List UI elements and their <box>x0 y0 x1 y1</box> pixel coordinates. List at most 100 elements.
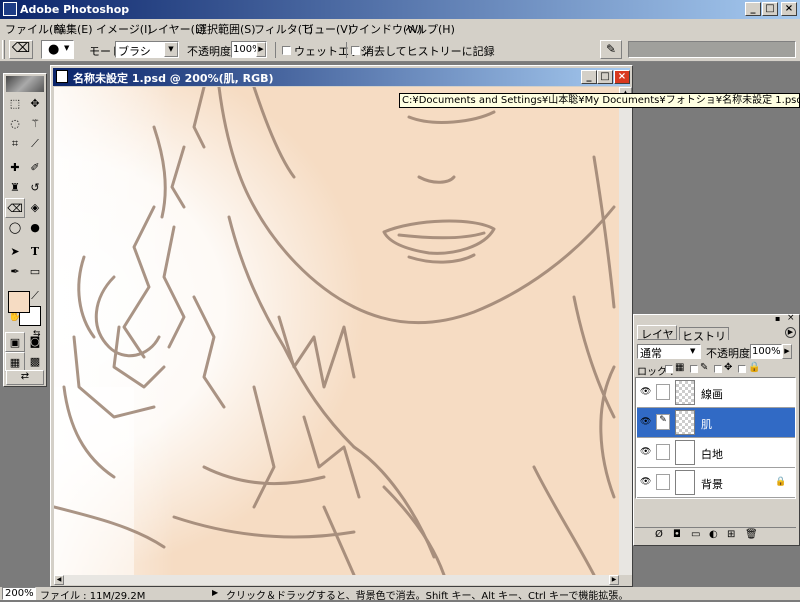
adjustment-layer-icon[interactable]: ◐ <box>709 529 718 540</box>
document-title-bar: 名称未設定 1.psd @ 200%(肌, RGB) _ □ × <box>53 68 630 86</box>
new-set-icon[interactable]: ▭ <box>691 529 700 540</box>
lock-all-checkbox[interactable] <box>738 365 746 373</box>
horizontal-scrollbar[interactable]: ◀ ▶ <box>54 575 619 585</box>
close-button[interactable]: × <box>781 2 797 16</box>
brush-picker[interactable]: ● ▼ <box>41 40 74 59</box>
status-menu-arrow-icon[interactable]: ▶ <box>212 588 218 597</box>
erase-to-history-checkbox[interactable] <box>351 46 360 55</box>
panel-menu-icon[interactable]: ▶ <box>785 327 796 338</box>
layer-opacity-field[interactable]: 100% <box>750 344 782 359</box>
crop-tool-icon[interactable]: ⌗ <box>5 134 25 154</box>
layer-name[interactable]: 白地 <box>701 446 723 462</box>
wet-edges-checkbox[interactable] <box>282 46 291 55</box>
move-tool-icon[interactable]: ✥ <box>25 94 45 114</box>
layer-mask-icon[interactable]: ◘ <box>673 529 681 540</box>
link-slot[interactable] <box>656 444 670 460</box>
adobe-online-logo[interactable] <box>6 76 44 92</box>
lock-pixels-brush-icon: ✎ <box>700 362 709 373</box>
eraser-tool-preset-icon[interactable]: ⌫ <box>9 40 33 59</box>
rectangle-tool-icon[interactable]: ▭ <box>25 262 45 282</box>
link-slot[interactable] <box>656 474 670 490</box>
tab-layers[interactable]: レイヤー <box>637 325 677 357</box>
layer-name[interactable]: 背景 <box>701 476 723 492</box>
eye-icon[interactable]: 👁 <box>640 387 651 397</box>
slice-tool-icon[interactable]: ⟋ <box>25 134 45 154</box>
menu-image[interactable]: イメージ(I) <box>96 21 152 37</box>
layer-style-icon[interactable]: Ø <box>655 529 663 540</box>
layer-name[interactable]: 肌 <box>701 416 712 432</box>
layer-thumbnail <box>675 470 695 495</box>
photoshop-app-icon <box>3 2 17 16</box>
vertical-scrollbar[interactable]: ▲ <box>619 87 632 575</box>
panel-close-icon[interactable]: × <box>787 313 795 323</box>
quick-mask-mode-icon[interactable]: ◙ <box>25 332 45 352</box>
scroll-left-icon[interactable]: ◀ <box>54 575 64 585</box>
jump-to-imageready-icon[interactable]: ⇄ <box>6 370 44 385</box>
document-window: 名称未設定 1.psd @ 200%(肌, RGB) _ □ × ◀ ▶ <box>50 65 633 587</box>
standard-mode-icon[interactable]: ▣ <box>5 332 25 352</box>
zoom-field[interactable]: 200% <box>2 587 36 600</box>
maximize-button[interactable]: □ <box>762 2 778 16</box>
lasso-tool-icon[interactable]: ◌ <box>5 114 25 134</box>
standard-screen-mode-icon[interactable]: ▦ <box>5 352 25 372</box>
healing-brush-tool-icon[interactable]: ✚ <box>5 158 25 178</box>
foreground-color-swatch[interactable] <box>8 291 30 313</box>
doc-maximize-button[interactable]: □ <box>597 70 613 84</box>
brush-tool-icon[interactable]: ✐ <box>25 158 45 178</box>
layer-opacity-arrow-icon[interactable]: ▶ <box>782 344 792 359</box>
image-canvas[interactable] <box>54 87 619 575</box>
menu-bar: ファイル(F) 編集(E) イメージ(I) レイヤー(L) 選択範囲(S) フィ… <box>0 19 800 37</box>
eye-icon[interactable]: 👁 <box>640 417 651 427</box>
dodge-tool-icon[interactable]: ● <box>25 218 45 238</box>
lock-pixels-checkbox[interactable] <box>690 365 698 373</box>
mode-select[interactable]: ブラシ ▼ <box>115 41 179 58</box>
layer-row-white[interactable]: 👁 白地 <box>637 438 795 468</box>
lock-transparency-icon: ▦ <box>675 362 685 373</box>
eye-icon[interactable]: 👁 <box>640 447 651 457</box>
panel-titlebar[interactable]: ▪ × <box>634 313 799 323</box>
airbrush-icon[interactable]: ✎ <box>600 40 622 59</box>
blend-mode-select[interactable]: 通常 ▼ <box>637 344 701 360</box>
history-brush-tool-icon[interactable]: ↺ <box>25 178 45 198</box>
lock-transparency-checkbox[interactable] <box>665 365 673 373</box>
trash-icon[interactable]: 🗑 <box>745 529 758 540</box>
app-title: Adobe Photoshop <box>20 3 130 16</box>
scroll-right-icon[interactable]: ▶ <box>609 575 619 585</box>
menu-edit[interactable]: 編集(E) <box>55 21 93 37</box>
eye-icon[interactable]: 👁 <box>640 477 651 487</box>
minimize-button[interactable]: _ <box>745 2 761 16</box>
tab-history[interactable]: ヒストリー <box>679 327 729 359</box>
menu-select[interactable]: 選択範囲(S) <box>196 21 256 37</box>
panel-minimize-icon[interactable]: ▪ <box>775 314 780 323</box>
marquee-tool-icon[interactable]: ⬚ <box>5 94 25 114</box>
chevron-down-icon: ▼ <box>690 347 696 355</box>
layer-row-background[interactable]: 👁 背景 🔒 <box>637 468 795 498</box>
link-slot[interactable] <box>656 384 670 400</box>
new-layer-icon[interactable]: ⊞ <box>727 529 735 540</box>
full-screen-mode-icon[interactable]: ▩ <box>25 352 45 372</box>
app-title-bar: Adobe Photoshop _ □ × <box>0 0 800 19</box>
layer-row-lineart[interactable]: 👁 線画 <box>637 378 795 408</box>
brush-icon[interactable]: ✎ <box>656 414 670 430</box>
palette-well[interactable] <box>628 41 796 58</box>
layer-name[interactable]: 線画 <box>701 386 723 402</box>
type-tool-icon[interactable]: T <box>25 242 45 262</box>
paint-bucket-tool-icon[interactable]: ◈ <box>25 198 45 218</box>
divider <box>346 42 347 58</box>
lock-all-icon: 🔒 <box>748 362 761 373</box>
path-selection-tool-icon[interactable]: ➤ <box>5 242 25 262</box>
lock-position-checkbox[interactable] <box>714 365 722 373</box>
layer-row-skin[interactable]: 👁 ✎ 肌 <box>637 408 795 438</box>
lock-icon: 🔒 <box>775 477 787 487</box>
doc-minimize-button[interactable]: _ <box>581 70 597 84</box>
pen-tool-icon[interactable]: ✒ <box>5 262 25 282</box>
chevron-down-icon: ▼ <box>164 42 178 57</box>
doc-close-button[interactable]: × <box>614 70 630 84</box>
eraser-tool-icon[interactable]: ⌫ <box>5 198 25 218</box>
menu-help[interactable]: ヘルプ(H) <box>405 21 455 37</box>
clone-stamp-tool-icon[interactable]: ♜ <box>5 178 25 198</box>
blur-tool-icon[interactable]: ◯ <box>5 218 25 238</box>
magic-wand-tool-icon[interactable]: ⚚ <box>25 114 45 134</box>
menu-view[interactable]: ビュー(V) <box>303 21 352 37</box>
opacity-slider-arrow-icon[interactable]: ▶ <box>256 42 266 57</box>
